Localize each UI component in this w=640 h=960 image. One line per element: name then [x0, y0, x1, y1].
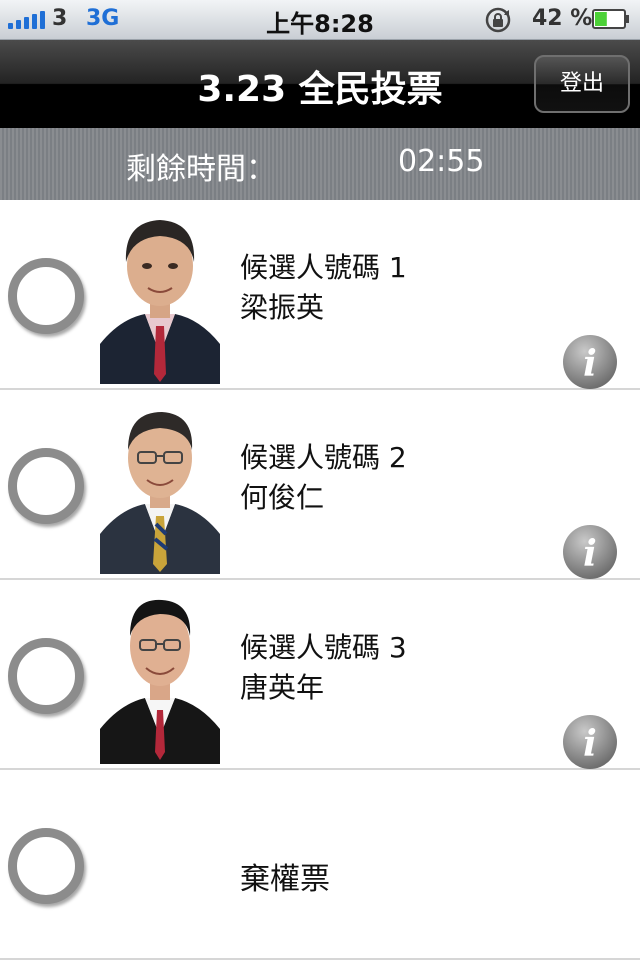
navigation-bar: 3.23 全民投票 登出 [0, 40, 640, 128]
candidate-photo-3 [100, 584, 220, 764]
battery-icon [592, 9, 629, 29]
candidate-photo-2 [100, 394, 220, 574]
candidate-name: 唐英年 [240, 671, 325, 704]
battery-percent: 42 % [532, 6, 593, 31]
info-icon[interactable]: i [562, 334, 618, 390]
countdown-bar: 剩餘時間： 02:55 [0, 128, 640, 200]
svg-text:i: i [583, 343, 597, 385]
candidate-name: 梁振英 [240, 291, 325, 324]
info-icon[interactable]: i [562, 714, 618, 770]
candidate-number: 候選人號碼 2 [240, 441, 407, 474]
logout-button[interactable]: 登出 [534, 55, 630, 113]
rotation-lock-icon [485, 7, 511, 33]
candidate-name: 何俊仁 [240, 481, 325, 514]
vote-radio-3[interactable] [8, 638, 84, 714]
vote-radio-2[interactable] [8, 448, 84, 524]
abstain-row[interactable]: 棄權票 [0, 770, 640, 960]
candidate-number: 候選人號碼 3 [240, 631, 407, 664]
vote-radio-1[interactable] [8, 258, 84, 334]
abstain-radio[interactable] [8, 828, 84, 904]
time-remaining-value: 02:55 [398, 144, 485, 179]
status-bar: 3 3G 上午8:28 42 % [0, 0, 640, 40]
svg-text:i: i [583, 533, 597, 575]
candidate-number: 候選人號碼 1 [240, 251, 407, 284]
candidate-row-1[interactable]: 候選人號碼 1 梁振英 i [0, 200, 640, 390]
time-remaining-label: 剩餘時間： [126, 152, 276, 187]
candidate-row-3[interactable]: 候選人號碼 3 唐英年 i [0, 580, 640, 770]
svg-text:i: i [583, 723, 597, 765]
candidate-row-2[interactable]: 候選人號碼 2 何俊仁 i [0, 390, 640, 580]
candidate-photo-1 [100, 204, 220, 384]
info-icon[interactable]: i [562, 524, 618, 580]
abstain-label: 棄權票 [240, 862, 330, 897]
